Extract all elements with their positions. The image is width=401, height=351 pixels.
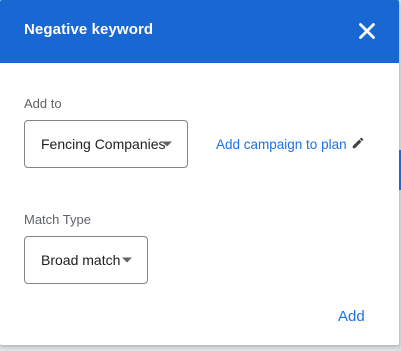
- add-to-select[interactable]: Fencing Companies: [24, 120, 188, 168]
- add-campaign-to-plan-link[interactable]: Add campaign to plan: [216, 137, 347, 152]
- dropdown-arrow-icon: [162, 141, 172, 147]
- pencil-icon: [351, 137, 365, 154]
- dialog-header: Negative keyword: [0, 0, 399, 63]
- dialog-title: Negative keyword: [24, 21, 154, 38]
- close-button[interactable]: [354, 18, 380, 44]
- page: Negative keyword Add to Fencing Companie…: [0, 0, 401, 351]
- add-to-selected-value: Fencing Companies: [41, 136, 166, 152]
- match-type-select[interactable]: Broad match: [24, 236, 148, 284]
- edit-button[interactable]: [351, 136, 365, 150]
- match-type-label: Match Type: [24, 212, 91, 227]
- negative-keyword-dialog: Negative keyword Add to Fencing Companie…: [0, 0, 399, 345]
- add-button[interactable]: Add: [338, 308, 365, 325]
- add-to-label: Add to: [24, 96, 62, 111]
- close-icon: [354, 18, 380, 44]
- dropdown-arrow-icon: [122, 257, 132, 263]
- match-type-selected-value: Broad match: [41, 252, 121, 268]
